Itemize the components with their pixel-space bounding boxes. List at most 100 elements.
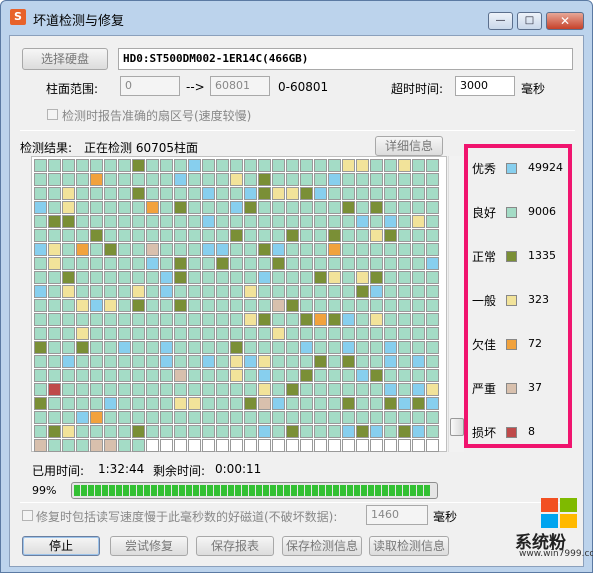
cylinder-cell: [174, 313, 187, 326]
cylinder-cell: [328, 159, 341, 172]
legend-swatch: [506, 163, 517, 174]
cylinder-cell: [356, 397, 369, 410]
report-sector-checkbox[interactable]: [47, 109, 58, 120]
cylinder-cell: [202, 187, 215, 200]
stop-button[interactable]: 停止: [22, 536, 100, 556]
cylinder-cell: [188, 369, 201, 382]
cylinder-cell: [188, 411, 201, 424]
cylinder-cell: [216, 187, 229, 200]
cylinder-cell: [62, 369, 75, 382]
timeout-input[interactable]: 3000: [455, 76, 515, 96]
cylinder-cell: [342, 313, 355, 326]
cylinder-cell: [118, 355, 131, 368]
cylinder-cell: [342, 299, 355, 312]
repair-slow-checkbox[interactable]: [22, 510, 33, 521]
cylinder-cell: [76, 215, 89, 228]
cylinder-cell: [174, 215, 187, 228]
watermark-url: www.win7999.com: [519, 549, 593, 559]
cylinder-cell: [426, 257, 439, 270]
cylinder-cell: [132, 425, 145, 438]
cylinder-cell: [370, 285, 383, 298]
cylinder-cell: [188, 285, 201, 298]
disk-name-field: HD0:ST500DM002-1ER14C(466GB): [118, 48, 573, 70]
cylinder-cell: [258, 215, 271, 228]
cylinder-cell: [244, 313, 257, 326]
cylinder-cell: [370, 229, 383, 242]
details-button[interactable]: 详细信息: [375, 136, 443, 156]
cylinder-cell: [356, 369, 369, 382]
cylinder-cell: [426, 369, 439, 382]
cylinder-cell: [132, 271, 145, 284]
cylinder-cell: [118, 383, 131, 396]
cylinder-cell: [384, 341, 397, 354]
cylinder-cell: [300, 215, 313, 228]
cylinder-cell: [370, 397, 383, 410]
progress-bar: [71, 482, 438, 499]
legend-count: 1335: [528, 249, 556, 262]
cylinder-cell: [118, 425, 131, 438]
maximize-button[interactable]: □: [517, 12, 542, 30]
cylinder-cell: [426, 439, 439, 452]
cylinder-cell: [314, 187, 327, 200]
cylinder-cell: [370, 425, 383, 438]
cylinder-cell: [412, 383, 425, 396]
cylinder-cell: [272, 341, 285, 354]
select-disk-button[interactable]: 选择硬盘: [22, 48, 108, 70]
cylinder-cell: [90, 271, 103, 284]
cylinder-cell: [300, 397, 313, 410]
legend-label: 正常: [472, 250, 497, 264]
app-window: S 坏道检测与修复 — □ ✕ 选择硬盘 HD0:ST500DM002-1ER1…: [0, 0, 593, 573]
cylinder-cell: [384, 243, 397, 256]
cylinder-cell: [230, 425, 243, 438]
read-check-info-button[interactable]: 读取检测信息: [369, 536, 449, 556]
cylinder-cell: [412, 327, 425, 340]
cylinder-cell: [34, 187, 47, 200]
try-repair-button[interactable]: 尝试修复: [110, 536, 188, 556]
cylinder-cell: [426, 341, 439, 354]
cylinder-cell: [146, 355, 159, 368]
minimize-button[interactable]: —: [488, 12, 513, 30]
cylinder-cell: [118, 369, 131, 382]
cylinder-cell: [104, 173, 117, 186]
cylinder-cell: [104, 341, 117, 354]
cylinder-cell: [356, 355, 369, 368]
cylinder-cell: [398, 187, 411, 200]
cylinder-cell: [300, 341, 313, 354]
legend-label: 损坏: [472, 426, 497, 440]
cylinder-cell: [426, 215, 439, 228]
cylinder-cell: [244, 271, 257, 284]
cylinder-cell: [426, 187, 439, 200]
save-report-button[interactable]: 保存报表: [196, 536, 274, 556]
legend-item: 欠佳 72: [472, 336, 568, 352]
cylinder-cell: [146, 243, 159, 256]
cylinder-cell: [272, 229, 285, 242]
cylinder-cell: [132, 159, 145, 172]
cylinder-cell: [118, 327, 131, 340]
cylinder-cell: [244, 411, 257, 424]
result-label: 检测结果:: [20, 141, 73, 155]
cylinder-cell: [412, 425, 425, 438]
cylinder-cell: [146, 257, 159, 270]
save-check-info-button[interactable]: 保存检测信息: [282, 536, 362, 556]
range-start-input[interactable]: 0: [120, 76, 180, 96]
cylinder-cell: [48, 299, 61, 312]
cylinder-cell: [398, 313, 411, 326]
cylinder-cell: [216, 229, 229, 242]
cylinder-cell: [76, 229, 89, 242]
range-end-input[interactable]: 60801: [210, 76, 270, 96]
cylinder-cell: [272, 187, 285, 200]
cylinder-cell: [314, 299, 327, 312]
cylinder-cell: [230, 411, 243, 424]
cylinder-cell: [62, 159, 75, 172]
repair-threshold-input[interactable]: 1460: [366, 505, 428, 525]
legend-panel: 优秀 49924 良好 9006 正常 1335 一般 323 欠佳 72 严重…: [464, 144, 572, 448]
cylinder-cell: [48, 313, 61, 326]
cylinder-cell: [370, 439, 383, 452]
scrollbar-thumb[interactable]: [450, 418, 464, 436]
cylinder-cell: [118, 411, 131, 424]
map-scrollbar[interactable]: [448, 156, 464, 452]
cylinder-cell: [230, 383, 243, 396]
cylinder-cell: [188, 243, 201, 256]
close-button[interactable]: ✕: [546, 12, 584, 30]
cylinder-cell: [132, 257, 145, 270]
